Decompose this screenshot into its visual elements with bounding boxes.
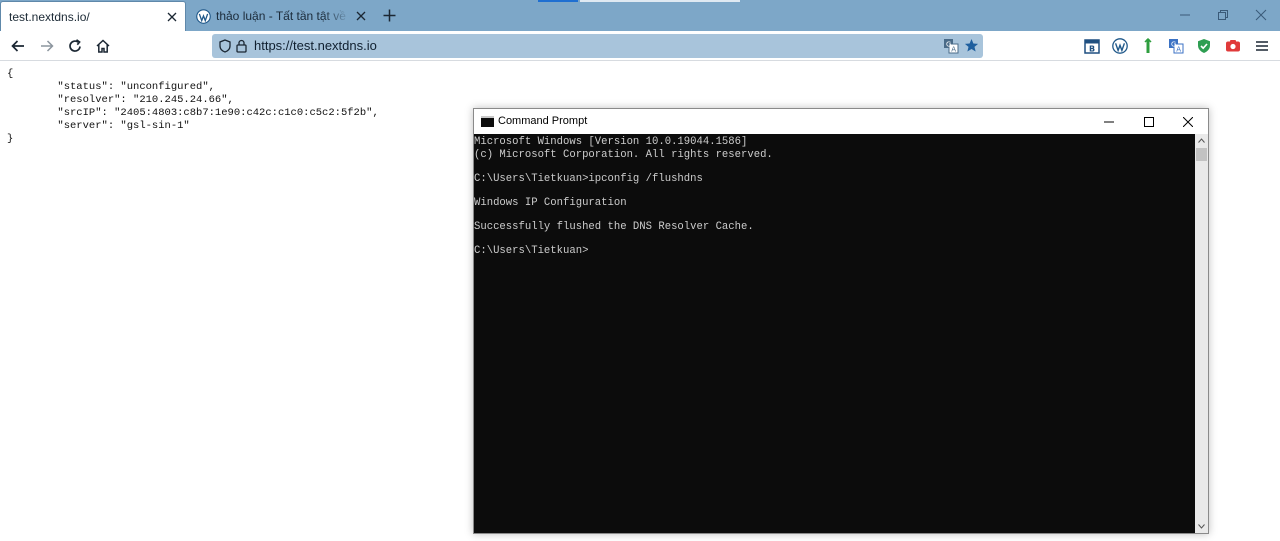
console-scrollbar[interactable] <box>1195 134 1208 533</box>
navigation-toolbar: https://test.nextdns.io GA B GA <box>0 31 1280 61</box>
minimize-button[interactable] <box>1174 4 1196 26</box>
reload-icon <box>69 39 81 52</box>
console-output: Microsoft Windows [Version 10.0.19044.15… <box>474 136 773 258</box>
tab-active[interactable]: test.nextdns.io/ <box>0 1 186 31</box>
cmd-icon <box>481 116 494 127</box>
restore-icon <box>1218 10 1228 20</box>
extension-adblock-button[interactable] <box>1196 38 1212 54</box>
lock-icon[interactable] <box>235 39 248 53</box>
window-title: Command Prompt <box>498 115 588 127</box>
extension-translate-button[interactable]: GA <box>1168 38 1184 54</box>
console-line: C:\Users\Tietkuan> <box>474 244 589 257</box>
extension-screenshot-button[interactable] <box>1225 38 1241 54</box>
shield-icon[interactable] <box>218 39 232 53</box>
chevron-up-icon <box>1198 138 1205 143</box>
cmd-minimize-button[interactable] <box>1089 109 1129 134</box>
close-icon <box>1183 116 1193 127</box>
plus-icon <box>383 9 395 21</box>
cmd-close-button[interactable] <box>1168 109 1208 134</box>
new-tab-button[interactable] <box>378 4 400 26</box>
console-line: Windows IP Configuration <box>474 197 627 210</box>
tab-strip-accent <box>538 0 578 2</box>
tab-close-icon[interactable] <box>161 6 183 28</box>
json-line: } <box>7 132 14 145</box>
close-icon <box>1255 9 1267 21</box>
calendar-extension-icon: B <box>1084 39 1100 54</box>
json-line: "resolver": "210.245.24.66", <box>7 93 234 106</box>
translate-icon[interactable]: GA <box>943 38 959 54</box>
extension-calendar-button[interactable]: B <box>1084 38 1100 54</box>
tab-title: test.nextdns.io/ <box>9 9 90 24</box>
scrollbar-thumb[interactable] <box>1196 148 1207 161</box>
json-line: "srcIP": "2405:4803:c8b7:1e90:c42c:c1c0:… <box>7 106 379 119</box>
arrow-right-icon <box>41 40 54 52</box>
svg-text:B: B <box>1089 44 1095 53</box>
json-line: "server": "gsl-sin-1" <box>7 119 190 132</box>
console-line: (c) Microsoft Corporation. All rights re… <box>474 149 773 162</box>
console-line: C:\Users\Tietkuan>ipconfig /flushdns <box>474 173 703 186</box>
green-arrow-extension-icon <box>1144 38 1152 53</box>
cmd-maximize-button[interactable] <box>1129 109 1169 134</box>
address-bar[interactable]: https://test.nextdns.io GA <box>212 34 983 58</box>
json-line: { <box>7 68 14 80</box>
command-prompt-titlebar[interactable]: Command Prompt <box>474 109 1208 134</box>
reload-button[interactable] <box>64 35 86 57</box>
minimize-icon <box>1180 14 1190 16</box>
json-line: "status": "unconfigured", <box>7 80 215 93</box>
url-text[interactable]: https://test.nextdns.io <box>254 38 377 53</box>
chevron-down-icon <box>1198 524 1205 529</box>
extension-wordpress-button[interactable] <box>1112 38 1128 54</box>
scroll-down-button[interactable] <box>1195 520 1208 533</box>
tab-title: thảo luận - Tất tần tật về dịch vụ <box>216 9 350 23</box>
tab-strip-accent-light <box>580 0 740 2</box>
console-line: Microsoft Windows [Version 10.0.19044.15… <box>474 136 748 148</box>
minimize-icon <box>1104 121 1114 122</box>
restore-button[interactable] <box>1212 4 1234 26</box>
translate-extension-icon: GA <box>1169 39 1184 54</box>
command-prompt-window[interactable]: Command Prompt Microsoft Windows [Versio… <box>473 108 1209 534</box>
tab-strip: test.nextdns.io/ thảo luận - Tất tần tật… <box>0 0 1280 31</box>
bookmark-star-icon[interactable] <box>964 38 979 53</box>
svg-text:A: A <box>1176 46 1181 54</box>
camera-icon <box>1226 40 1240 52</box>
wordpress-icon <box>196 8 211 24</box>
svg-text:A: A <box>951 46 956 54</box>
home-icon <box>96 39 110 53</box>
arrow-left-icon <box>11 40 24 52</box>
json-response: { "status": "unconfigured", "resolver": … <box>7 68 379 145</box>
home-button[interactable] <box>92 35 114 57</box>
menu-button[interactable] <box>1254 38 1270 54</box>
tab-inactive[interactable]: thảo luận - Tất tần tật về dịch vụ <box>188 1 374 31</box>
scroll-up-button[interactable] <box>1195 134 1208 147</box>
console-line: Successfully flushed the DNS Resolver Ca… <box>474 220 754 233</box>
wordpress-icon <box>1112 38 1128 54</box>
console-output-area[interactable]: Microsoft Windows [Version 10.0.19044.15… <box>474 134 1196 533</box>
extension-green-button[interactable] <box>1140 38 1156 54</box>
green-shield-check-icon <box>1198 39 1210 53</box>
tab-close-icon[interactable] <box>350 5 372 27</box>
close-window-button[interactable] <box>1250 4 1272 26</box>
hamburger-menu-icon <box>1256 41 1268 51</box>
maximize-icon <box>1144 116 1154 127</box>
back-button[interactable] <box>7 35 29 57</box>
forward-button[interactable] <box>36 35 58 57</box>
